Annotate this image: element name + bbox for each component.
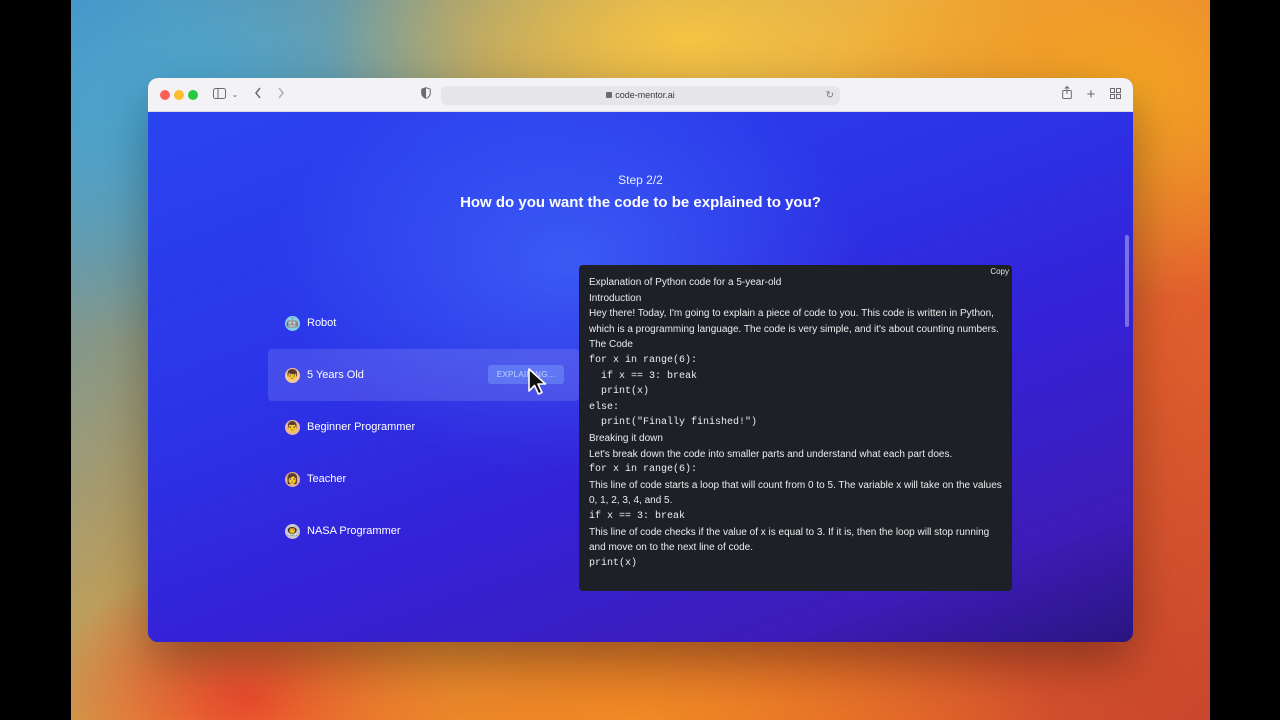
- section-heading: The Code: [589, 339, 633, 351]
- zoom-window-button[interactable]: [188, 90, 198, 100]
- astronaut-icon: 👨‍🚀: [285, 523, 300, 539]
- option-nasa-programmer[interactable]: 👨‍🚀 NASA Programmer: [268, 505, 579, 557]
- step-indicator: Step 2/2: [618, 173, 663, 187]
- paragraph: This line of code starts a loop that wil…: [589, 479, 1002, 507]
- sidebar-icon[interactable]: [212, 86, 226, 104]
- browser-toolbar: ⌄ code-mentor.ai ↻ +: [148, 78, 1133, 112]
- robot-icon: 🤖: [285, 315, 300, 331]
- code-line: print(x): [589, 386, 650, 398]
- boy-icon: 👦: [285, 367, 300, 383]
- section-heading: Introduction: [589, 292, 642, 304]
- option-beginner-programmer[interactable]: 👨 Beginner Programmer: [268, 401, 579, 453]
- copy-button[interactable]: Copy: [990, 267, 1009, 276]
- explanation-title: Explanation of Python code for a 5-year-…: [589, 277, 782, 288]
- code-line: if x == 3: break: [589, 370, 698, 382]
- option-label: Teacher: [307, 473, 347, 485]
- option-label: Robot: [307, 317, 337, 329]
- paragraph: Let's break down the code into smaller p…: [589, 448, 953, 460]
- mouse-cursor-icon: [528, 368, 547, 395]
- section-heading: Breaking it down: [589, 432, 663, 444]
- option-label: NASA Programmer: [307, 525, 401, 537]
- address-bar[interactable]: code-mentor.ai ↻: [441, 86, 840, 105]
- page-title: How do you want the code to be explained…: [460, 194, 821, 211]
- lock-icon: [606, 91, 613, 98]
- share-icon[interactable]: [1060, 85, 1074, 104]
- privacy-shield-icon[interactable]: [420, 86, 432, 104]
- minimize-window-button[interactable]: [174, 90, 184, 100]
- explaining-badge: EXPLAINING...: [488, 365, 564, 384]
- option-label: Beginner Programmer: [307, 421, 416, 433]
- code-line: print("Finally finished!"): [589, 417, 758, 429]
- woman-icon: 👩: [285, 471, 300, 487]
- forward-icon[interactable]: [275, 86, 287, 104]
- option-robot[interactable]: 🤖 Robot: [268, 297, 579, 349]
- paragraph: This line of code checks if the value of…: [589, 526, 990, 554]
- page-content: Step 2/2 How do you want the code to be …: [148, 112, 1133, 642]
- tab-overview-icon[interactable]: [1108, 86, 1122, 104]
- option-teacher[interactable]: 👩 Teacher: [268, 453, 579, 505]
- paragraph: Hey there! Today, I'm going to explain a…: [589, 308, 999, 335]
- man-icon: 👨: [285, 419, 300, 435]
- code-line: else:: [589, 401, 620, 413]
- reload-icon[interactable]: ↻: [826, 86, 834, 105]
- close-window-button[interactable]: [160, 90, 170, 100]
- browser-window: ⌄ code-mentor.ai ↻ + Step 2/2 How do you…: [148, 78, 1133, 642]
- explanation-panel: Copy Explanation of Python code for a 5-…: [579, 265, 1012, 591]
- new-tab-icon[interactable]: +: [1084, 86, 1098, 104]
- option-label: 5 Years Old: [307, 369, 364, 381]
- code-line: if x == 3: break: [589, 510, 686, 522]
- code-line: for x in range(6):: [589, 354, 698, 366]
- page-scrollbar[interactable]: [1125, 235, 1129, 327]
- code-line: print(x): [589, 557, 638, 569]
- chevron-down-icon[interactable]: ⌄: [230, 86, 240, 104]
- back-icon[interactable]: [252, 86, 264, 104]
- code-line: for x in range(6):: [589, 464, 698, 476]
- url-text: code-mentor.ai: [615, 90, 675, 100]
